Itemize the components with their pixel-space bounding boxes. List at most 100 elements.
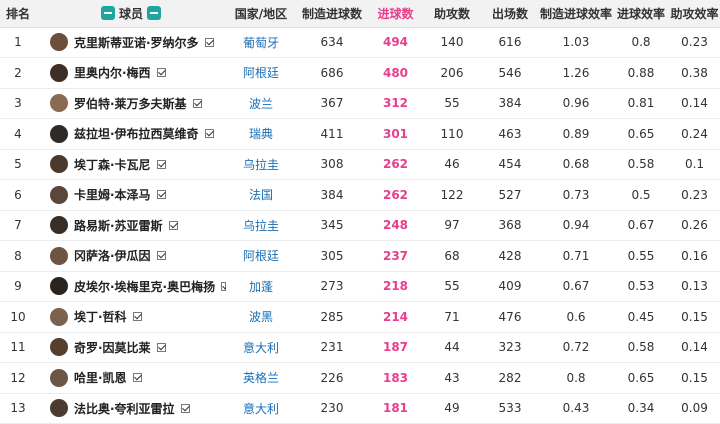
checked-checkbox-icon[interactable] xyxy=(156,342,166,352)
country-link[interactable]: 乌拉圭 xyxy=(226,149,296,180)
created-goals-cell: 230 xyxy=(320,401,344,416)
player-cell[interactable]: 埃丁森·卡瓦尼 xyxy=(36,149,226,180)
table-row[interactable]: 5 埃丁森·卡瓦尼 乌拉圭 308 262 46 454 0.68 0.58 0… xyxy=(0,149,720,180)
checked-checkbox-icon[interactable] xyxy=(180,403,190,413)
player-cell[interactable]: 法比奥·夸利亚雷拉 xyxy=(36,393,226,424)
country-link[interactable]: 意大利 xyxy=(226,393,296,424)
country-link[interactable]: 加蓬 xyxy=(226,271,296,302)
player-cell[interactable]: 路易斯·苏亚雷斯 xyxy=(36,210,226,241)
header-goals[interactable]: 进球数 xyxy=(368,0,423,28)
rank-cell: 3 xyxy=(14,96,22,111)
player-name-link[interactable]: 奇罗·因莫比莱 xyxy=(74,339,151,356)
player-cell[interactable]: 皮埃尔·埃梅里克·奥巴梅扬 xyxy=(36,271,226,302)
country-link[interactable]: 瑞典 xyxy=(226,119,296,150)
player-name-link[interactable]: 冈萨洛·伊瓜因 xyxy=(74,247,151,264)
table-row[interactable]: 11 奇罗·因莫比莱 意大利 231 187 44 323 0.72 0.58 … xyxy=(0,332,720,363)
player-name-link[interactable]: 兹拉坦·伊布拉西莫维奇 xyxy=(74,125,199,142)
header-assist-efficiency[interactable]: 助攻效率 xyxy=(669,0,720,28)
appearances-cell: 368 xyxy=(498,218,522,233)
country-link[interactable]: 波黑 xyxy=(226,302,296,333)
table-row[interactable]: 9 皮埃尔·埃梅里克·奥巴梅扬 加蓬 273 218 55 409 0.67 0… xyxy=(0,271,720,302)
player-name-link[interactable]: 克里斯蒂亚诺·罗纳尔多 xyxy=(74,34,199,51)
created-goals-cell: 686 xyxy=(320,65,344,80)
player-cell[interactable]: 卡里姆·本泽马 xyxy=(36,180,226,211)
country-link[interactable]: 波兰 xyxy=(226,88,296,119)
table-row[interactable]: 7 路易斯·苏亚雷斯 乌拉圭 345 248 97 368 0.94 0.67 … xyxy=(0,210,720,241)
country-link[interactable]: 阿根廷 xyxy=(226,241,296,272)
player-cell[interactable]: 罗伯特·莱万多夫斯基 xyxy=(36,88,226,119)
assist-efficiency-cell: 0.14 xyxy=(681,340,708,355)
goals-cell: 480 xyxy=(382,65,409,80)
goals-cell: 301 xyxy=(382,126,409,141)
player-cell[interactable]: 奇罗·因莫比莱 xyxy=(36,332,226,363)
created-goals-cell: 384 xyxy=(320,187,344,202)
goals-cell: 248 xyxy=(382,218,409,233)
country-link[interactable]: 葡萄牙 xyxy=(226,27,296,58)
checked-checkbox-icon[interactable] xyxy=(156,190,166,200)
header-created-efficiency[interactable]: 制造进球效率 xyxy=(539,0,613,28)
checked-checkbox-icon[interactable] xyxy=(168,220,178,230)
header-appearances[interactable]: 出场数 xyxy=(481,0,539,28)
player-name-link[interactable]: 路易斯·苏亚雷斯 xyxy=(74,217,163,234)
created-goals-cell: 367 xyxy=(320,96,344,111)
checked-checkbox-icon[interactable] xyxy=(156,68,166,78)
goal-efficiency-cell: 0.5 xyxy=(631,187,651,202)
goal-efficiency-cell: 0.88 xyxy=(627,65,655,80)
rank-cell: 1 xyxy=(14,35,22,50)
header-rank[interactable]: 排名 xyxy=(0,0,36,28)
appearances-cell: 463 xyxy=(498,126,522,141)
checked-checkbox-icon[interactable] xyxy=(192,98,202,108)
table-row[interactable]: 2 里奥内尔·梅西 阿根廷 686 480 206 546 1.26 0.88 … xyxy=(0,58,720,89)
table-row[interactable]: 3 罗伯特·莱万多夫斯基 波兰 367 312 55 384 0.96 0.81… xyxy=(0,88,720,119)
assists-cell: 44 xyxy=(444,340,460,355)
player-name-link[interactable]: 卡里姆·本泽马 xyxy=(74,186,151,203)
player-cell[interactable]: 哈里·凯恩 xyxy=(36,363,226,394)
player-cell[interactable]: 冈萨洛·伊瓜因 xyxy=(36,241,226,272)
player-name-link[interactable]: 法比奥·夸利亚雷拉 xyxy=(74,400,175,417)
header-country[interactable]: 国家/地区 xyxy=(226,0,296,28)
created-goals-cell: 273 xyxy=(320,279,344,294)
header-created-goals[interactable]: 制造进球数 xyxy=(296,0,368,28)
checked-checkbox-icon[interactable] xyxy=(204,37,214,47)
country-link[interactable]: 英格兰 xyxy=(226,363,296,394)
player-cell[interactable]: 兹拉坦·伊布拉西莫维奇 xyxy=(36,119,226,150)
header-goal-efficiency[interactable]: 进球效率 xyxy=(613,0,669,28)
player-name-link[interactable]: 哈里·凯恩 xyxy=(74,369,127,386)
goals-cell: 218 xyxy=(382,279,409,294)
checked-checkbox-icon[interactable] xyxy=(156,251,166,261)
player-name-link[interactable]: 罗伯特·莱万多夫斯基 xyxy=(74,95,187,112)
country-link[interactable]: 乌拉圭 xyxy=(226,210,296,241)
checked-checkbox-icon[interactable] xyxy=(156,159,166,169)
goal-efficiency-cell: 0.8 xyxy=(631,35,651,50)
checked-checkbox-icon[interactable] xyxy=(221,281,226,291)
table-row[interactable]: 13 法比奥·夸利亚雷拉 意大利 230 181 49 533 0.43 0.3… xyxy=(0,393,720,424)
table-row[interactable]: 6 卡里姆·本泽马 法国 384 262 122 527 0.73 0.5 0.… xyxy=(0,180,720,211)
table-row[interactable]: 1 克里斯蒂亚诺·罗纳尔多 葡萄牙 634 494 140 616 1.03 0… xyxy=(0,27,720,58)
player-cell[interactable]: 里奥内尔·梅西 xyxy=(36,58,226,89)
assists-cell: 71 xyxy=(444,309,460,324)
player-name-link[interactable]: 埃丁·哲科 xyxy=(74,308,127,325)
rank-cell: 9 xyxy=(14,279,22,294)
country-link[interactable]: 阿根廷 xyxy=(226,58,296,89)
assist-efficiency-cell: 0.1 xyxy=(684,157,705,172)
checked-checkbox-icon[interactable] xyxy=(204,129,214,139)
table-row[interactable]: 12 哈里·凯恩 英格兰 226 183 43 282 0.8 0.65 0.1… xyxy=(0,363,720,394)
table-row[interactable]: 10 埃丁·哲科 波黑 285 214 71 476 0.6 0.45 0.15 xyxy=(0,302,720,333)
goal-efficiency-cell: 0.67 xyxy=(627,218,655,233)
country-link[interactable]: 意大利 xyxy=(226,332,296,363)
player-name-link[interactable]: 里奥内尔·梅西 xyxy=(74,64,151,81)
goals-cell: 183 xyxy=(382,370,409,385)
player-cell[interactable]: 克里斯蒂亚诺·罗纳尔多 xyxy=(36,27,226,58)
checked-checkbox-icon[interactable] xyxy=(132,312,142,322)
player-name-link[interactable]: 皮埃尔·埃梅里克·奥巴梅扬 xyxy=(74,278,215,295)
checked-checkbox-icon[interactable] xyxy=(132,373,142,383)
header-player[interactable]: 球员 xyxy=(36,0,226,28)
header-assists[interactable]: 助攻数 xyxy=(423,0,481,28)
player-name-link[interactable]: 埃丁森·卡瓦尼 xyxy=(74,156,151,173)
goals-cell: 262 xyxy=(382,157,409,172)
created-efficiency-cell: 1.26 xyxy=(562,65,590,80)
table-row[interactable]: 8 冈萨洛·伊瓜因 阿根廷 305 237 68 428 0.71 0.55 0… xyxy=(0,241,720,272)
table-row[interactable]: 4 兹拉坦·伊布拉西莫维奇 瑞典 411 301 110 463 0.89 0.… xyxy=(0,119,720,150)
player-cell[interactable]: 埃丁·哲科 xyxy=(36,302,226,333)
country-link[interactable]: 法国 xyxy=(226,180,296,211)
